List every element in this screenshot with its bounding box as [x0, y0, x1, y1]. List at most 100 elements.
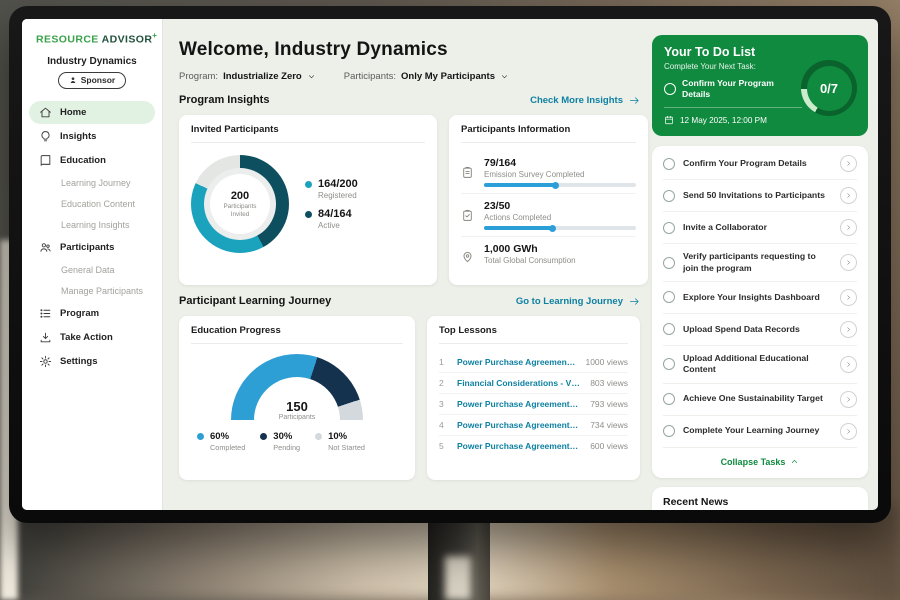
participants-filter[interactable]: Participants: Only My Participants — [344, 71, 509, 82]
sidebar-item-program[interactable]: Program — [29, 302, 155, 325]
task-chevron-button[interactable] — [840, 321, 857, 338]
sponsor-badge[interactable]: Sponsor — [58, 72, 126, 89]
education-progress-card: Education Progress 150 Participants 60% … — [179, 316, 415, 480]
progress-bar-fill — [484, 226, 554, 230]
lesson-row: 3 Power Purchase Agreements 101 793 view… — [439, 394, 628, 415]
task-chevron-button[interactable] — [840, 155, 857, 172]
task-row[interactable]: Upload Additional Educational Content — [663, 346, 857, 384]
sidebar-item-general-data[interactable]: General Data — [29, 260, 155, 280]
lesson-views: 803 views — [590, 378, 628, 388]
task-checkbox[interactable] — [663, 425, 675, 437]
lesson-views: 734 views — [590, 420, 628, 430]
todo-next-task[interactable]: Confirm Your Program Details — [664, 78, 802, 100]
lesson-link[interactable]: Power Purchase Agreements 102 — [457, 420, 581, 430]
legend-value: 84/164 — [318, 208, 352, 220]
chevron-down-icon — [307, 72, 316, 81]
sidebar-item-education[interactable]: Education — [29, 149, 155, 172]
task-row[interactable]: Invite a Collaborator — [663, 212, 857, 244]
task-chevron-button[interactable] — [840, 219, 857, 236]
sidebar-item-participants[interactable]: Participants — [29, 236, 155, 259]
task-row[interactable]: Upload Spend Data Records — [663, 314, 857, 346]
invited-participants-card: Invited Participants 200 Participants In… — [179, 115, 437, 285]
task-row[interactable]: Send 50 Invitations to Participants — [663, 180, 857, 212]
program-filter[interactable]: Program: Industrialize Zero — [179, 71, 316, 82]
sidebar-item-settings[interactable]: Settings — [29, 350, 155, 373]
task-checkbox[interactable] — [663, 393, 675, 405]
home-icon — [39, 106, 52, 119]
participants-filter-label: Participants: — [344, 71, 396, 82]
gauge-center-label: Participants — [231, 414, 363, 421]
lesson-link[interactable]: Financial Considerations - VPPAs — [457, 378, 581, 388]
task-chevron-button[interactable] — [840, 254, 857, 271]
participants-information-card-title: Participants Information — [461, 124, 636, 143]
task-checkbox[interactable] — [663, 190, 675, 202]
legend-item: 60% Completed — [197, 431, 245, 452]
nav-item-label: Insights — [60, 131, 96, 142]
task-label: Send 50 Invitations to Participants — [683, 190, 832, 201]
sidebar-item-learning-insights[interactable]: Learning Insights — [29, 215, 155, 235]
chevron-right-icon — [845, 428, 852, 435]
check-more-insights-link[interactable]: Check More Insights — [530, 95, 640, 106]
sidebar-nav: Home Insights Education Learning Journey… — [22, 100, 162, 374]
task-row[interactable]: Complete Your Learning Journey — [663, 416, 857, 448]
task-row[interactable]: Explore Your Insights Dashboard — [663, 282, 857, 314]
task-checkbox[interactable] — [663, 158, 675, 170]
task-checkbox-icon[interactable] — [664, 83, 676, 95]
lesson-rank: 3 — [439, 399, 448, 409]
task-chevron-button[interactable] — [840, 391, 857, 408]
stat-label: Emission Survey Completed — [484, 170, 636, 179]
lesson-rank: 2 — [439, 378, 448, 388]
lesson-link[interactable]: Power Purchase Agreements 101 — [457, 357, 576, 367]
sidebar-item-home[interactable]: Home — [29, 101, 155, 124]
todo-next-task-label: Confirm Your Program Details — [682, 78, 802, 100]
lesson-link[interactable]: Power Purchase Agreements 101 — [457, 399, 581, 409]
invited-participants-donut-chart: 200 Participants Invited — [191, 155, 289, 253]
sponsor-badge-label: Sponsor — [81, 75, 115, 85]
task-chevron-button[interactable] — [840, 289, 857, 306]
chevron-up-icon — [790, 457, 799, 466]
education-progress-card-title: Education Progress — [191, 325, 403, 344]
nav-item-label: Participants — [60, 242, 114, 253]
task-checkbox[interactable] — [663, 222, 675, 234]
task-chevron-button[interactable] — [840, 423, 857, 440]
chevron-right-icon — [845, 294, 852, 301]
task-row[interactable]: Confirm Your Program Details — [663, 148, 857, 180]
sidebar-item-take-action[interactable]: Take Action — [29, 326, 155, 349]
task-checkbox[interactable] — [663, 358, 675, 370]
nav-item-label: Learning Insights — [61, 220, 130, 230]
legend-dot — [315, 433, 322, 440]
sidebar-item-learning-journey[interactable]: Learning Journey — [29, 173, 155, 193]
go-to-learning-journey-link[interactable]: Go to Learning Journey — [516, 296, 640, 307]
task-chevron-button[interactable] — [840, 187, 857, 204]
collapse-tasks-button[interactable]: Collapse Tasks — [663, 448, 857, 474]
lesson-row: 1 Power Purchase Agreements 101 1000 vie… — [439, 352, 628, 373]
top-lessons-card-title: Top Lessons — [439, 325, 628, 344]
task-checkbox[interactable] — [663, 291, 675, 303]
lesson-link[interactable]: Power Purchase Agreements 103 — [457, 441, 581, 451]
actions-icon — [461, 209, 474, 222]
sidebar-item-education-content[interactable]: Education Content — [29, 194, 155, 214]
task-row[interactable]: Verify participants requesting to join t… — [663, 244, 857, 282]
learning-journey-header: Participant Learning Journey Go to Learn… — [179, 295, 640, 307]
task-checkbox[interactable] — [663, 323, 675, 335]
org-name: Industry Dynamics — [22, 56, 162, 67]
program-insights-title: Program Insights — [179, 94, 269, 106]
survey-icon — [461, 166, 474, 179]
task-checkbox[interactable] — [663, 257, 675, 269]
legend-dot — [305, 181, 312, 188]
task-chevron-button[interactable] — [840, 356, 857, 373]
education-progress-gauge-chart: 150 Participants — [231, 354, 363, 421]
task-row[interactable]: Achieve One Sustainability Target — [663, 384, 857, 416]
donut-center-label: Participants Invited — [220, 203, 260, 219]
participants-filter-value: Only My Participants — [401, 71, 495, 82]
legend-value: 10% — [328, 431, 347, 442]
lesson-views: 600 views — [590, 441, 628, 451]
stat-row: 1,000 GWh Total Global Consumption — [461, 237, 636, 275]
participants-information-card: Participants Information 79/164 Emission… — [449, 115, 648, 285]
sidebar-item-manage-participants[interactable]: Manage Participants — [29, 281, 155, 301]
nav-item-label: Education — [60, 155, 106, 166]
todo-progress-counter: 0/7 — [807, 66, 852, 111]
sidebar-item-insights[interactable]: Insights — [29, 125, 155, 148]
gauge-legend: 60% Completed 30% Pending 10% Not Starte… — [191, 431, 403, 452]
program-insights-header: Program Insights Check More Insights — [179, 94, 640, 106]
